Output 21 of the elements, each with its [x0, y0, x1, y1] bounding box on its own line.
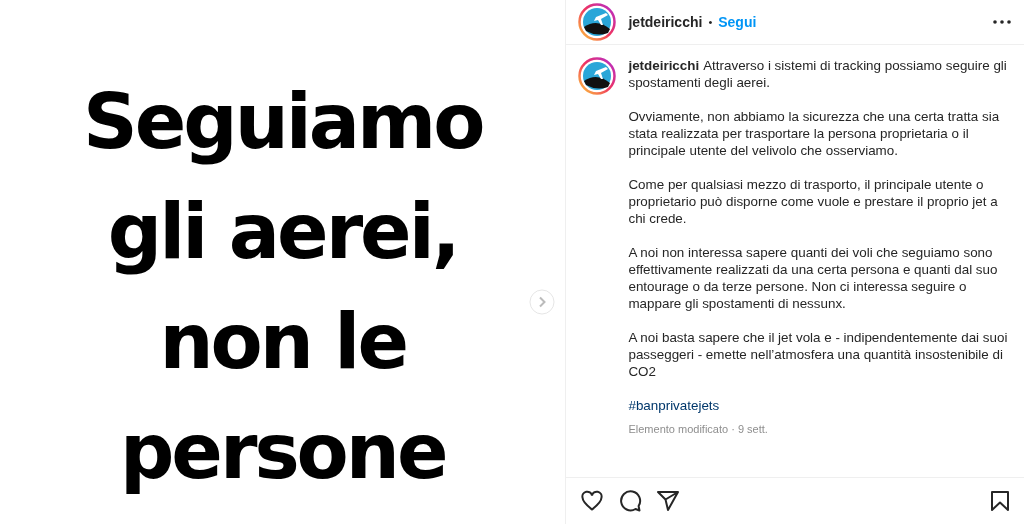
bookmark-icon[interactable]	[988, 489, 1012, 513]
share-icon[interactable]	[656, 489, 681, 513]
comment-icon[interactable]	[618, 489, 643, 513]
caption-paragraph: A noi basta sapere che il jet vola e - indipendentemente dai suoi passeggeri - emette nell’atmosfera una quantità insostenibile di CO2	[628, 329, 1009, 380]
heart-icon[interactable]	[580, 489, 605, 513]
post-text-line: non le	[159, 296, 406, 388]
separator-dot: •	[708, 16, 713, 28]
username-link[interactable]: jetdeiricchi	[628, 14, 703, 30]
post-meta-text: Elemento modificato · 9 sett.	[628, 422, 769, 437]
caption-paragraph: Come per qualsiasi mezzo di trasporto, il principale utente o proprietario può disporne come vuole e prestare il proprio jet a chi crede.	[628, 176, 999, 227]
post-text-line: Seguiamo	[82, 76, 483, 168]
username-link[interactable]: jetdeiricchi	[628, 58, 700, 73]
hashtag-link[interactable]: #banprivatejets	[628, 397, 1009, 414]
caption-paragraph: A noi non interessa sapere quanti dei voli che seguiamo sono effettivamente realizzati da una certa persona e quanti dal suo entourage o da terze persone. Non ci interessa seguire o mappare gli spostamenti di nessunx.	[628, 244, 999, 312]
more-options-icon[interactable]	[992, 19, 1012, 25]
caption-paragraph: Ovviamente, non abbiamo la sicurezza che una certa tratta sia stata realizzata per trasportare la persona proprietaria o il principale utente del velivolo che osserviamo.	[628, 108, 1001, 159]
caption-paragraph: jetdeiricchi Attraverso i sistemi di tracking possiamo seguire gli spostamenti degli aerei.	[628, 57, 1008, 91]
post-text-line: gli aerei,	[107, 186, 458, 278]
avatar-icon[interactable]	[578, 3, 617, 41]
avatar-icon[interactable]	[578, 57, 617, 95]
post-text-line: persone	[119, 406, 446, 498]
